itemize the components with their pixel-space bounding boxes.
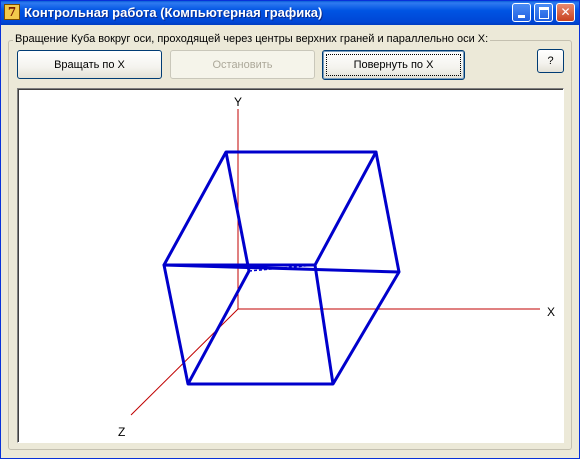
- drawing-canvas: Y X Z: [17, 88, 564, 443]
- rotate-x-button[interactable]: Вращать по X: [17, 50, 162, 79]
- y-axis-label: Y: [234, 95, 242, 109]
- maximize-icon: [539, 7, 549, 19]
- cube: [162, 150, 401, 386]
- cube-scene: Y X Z: [118, 95, 555, 439]
- groupbox-caption: Вращение Куба вокруг оси, проходящей чер…: [13, 33, 491, 45]
- maximize-button[interactable]: [534, 3, 553, 22]
- cube-edge-left-inner: [186, 270, 251, 385]
- app-7-icon[interactable]: 7: [4, 4, 20, 20]
- cube-face-top: [162, 150, 378, 267]
- x-axis-label: X: [547, 305, 555, 319]
- stop-button[interactable]: Остановить: [170, 50, 315, 79]
- minimize-button[interactable]: [512, 3, 531, 22]
- help-button[interactable]: ?: [537, 49, 564, 73]
- axes: [130, 109, 540, 416]
- minimize-icon: [518, 15, 525, 18]
- close-button[interactable]: ✕: [556, 3, 575, 22]
- turn-x-button[interactable]: Повернуть по X: [322, 50, 465, 80]
- close-icon: ✕: [560, 5, 571, 19]
- window-title: Контрольная работа (Компьютерная графика…: [24, 5, 323, 20]
- main-window: 7 Контрольная работа (Компьютерная графи…: [0, 0, 580, 459]
- z-axis-label: Z: [118, 425, 125, 439]
- cube-edge-inner: [313, 264, 335, 385]
- cube-edge-right-top: [374, 151, 401, 273]
- title-bar[interactable]: 7 Контрольная работа (Компьютерная графи…: [1, 1, 579, 25]
